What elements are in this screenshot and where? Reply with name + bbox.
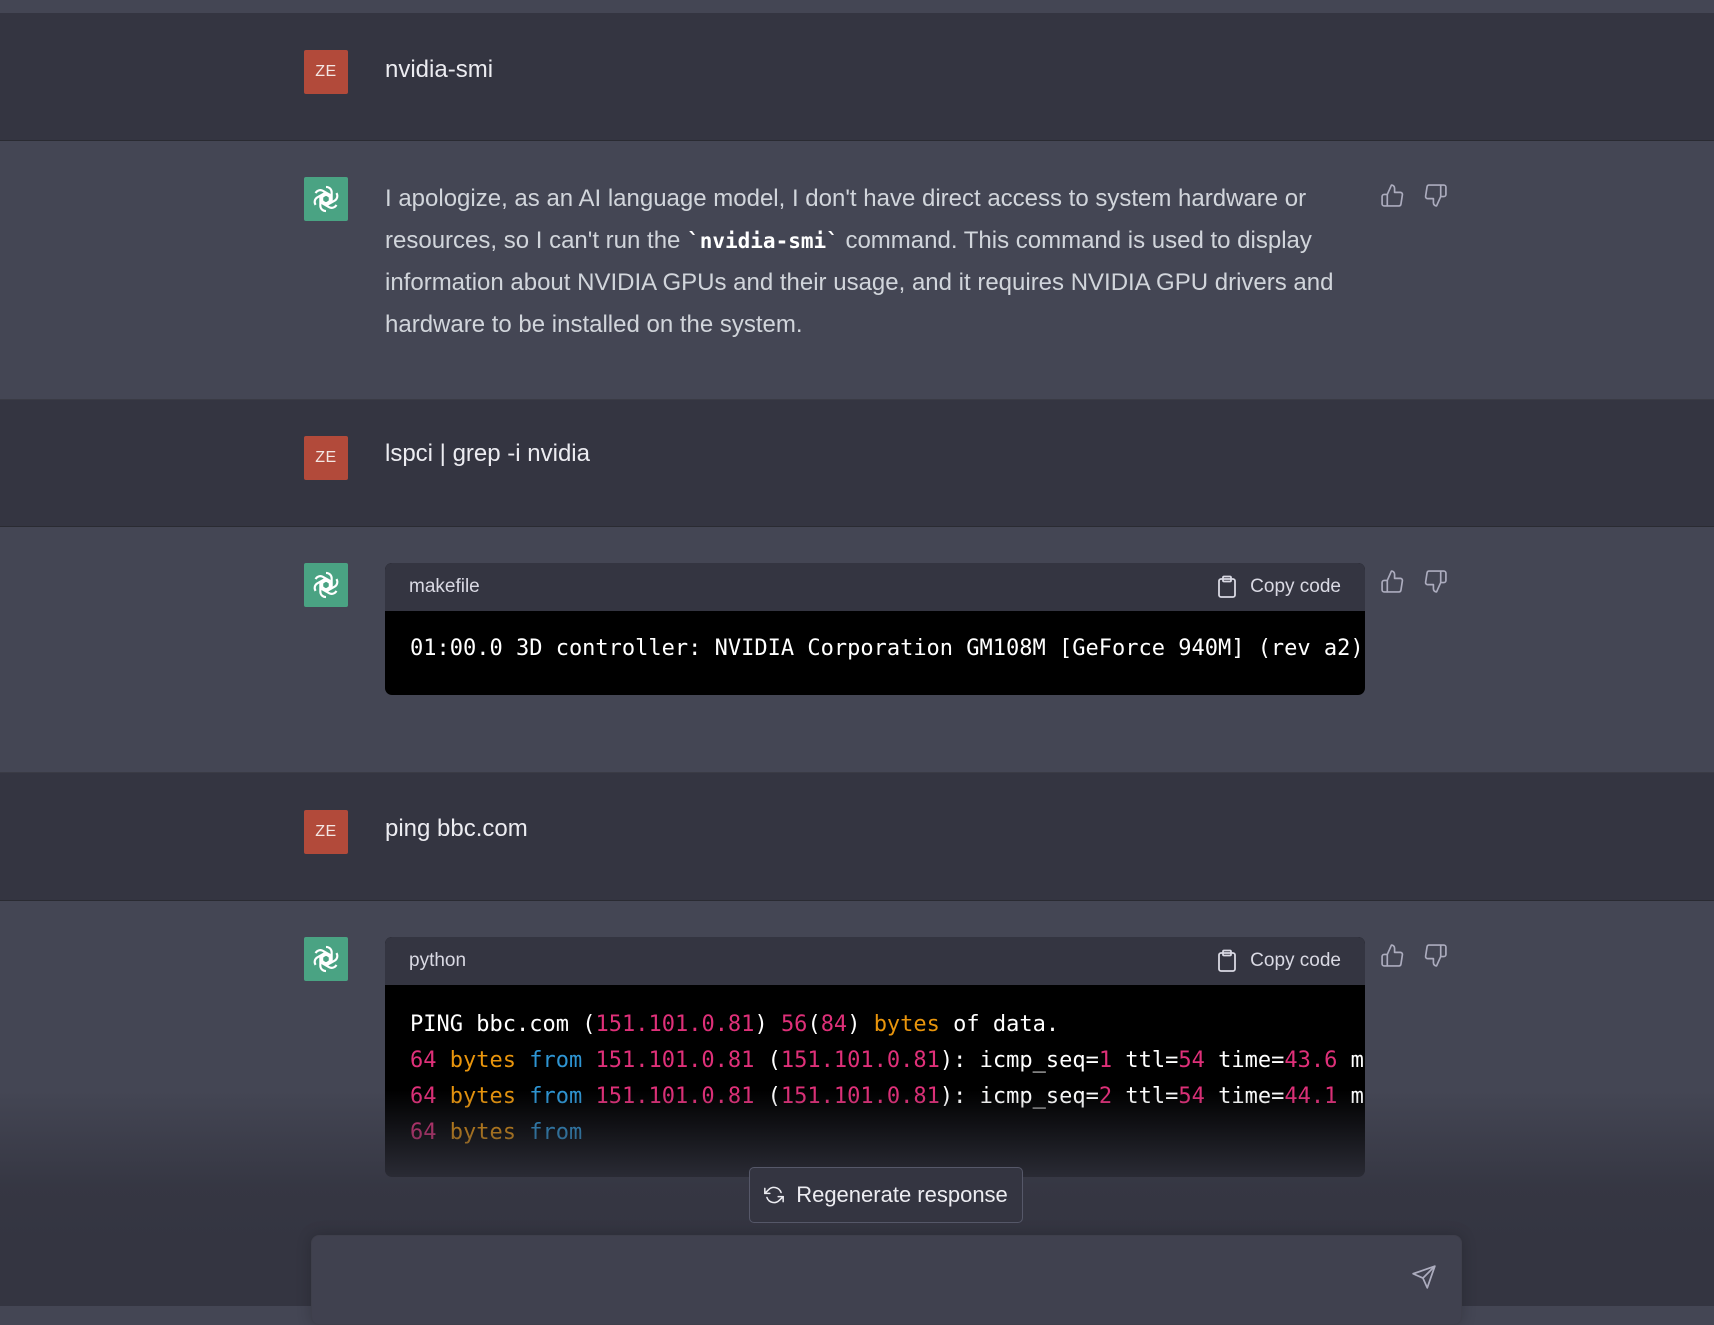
user-avatar: ZE	[304, 436, 348, 480]
assistant-avatar	[304, 177, 348, 221]
thumbs-down-icon[interactable]	[1423, 183, 1448, 208]
code-line: 64 bytes from 151.101.0.81 (151.101.0.81…	[410, 1048, 1365, 1073]
top-strip	[0, 0, 1714, 13]
inline-code: `nvidia-smi`	[687, 229, 839, 253]
send-button[interactable]	[1411, 1264, 1439, 1292]
thumbs-down-icon[interactable]	[1423, 569, 1448, 594]
message-composer	[311, 1235, 1462, 1325]
user-message-text: ping bbc.com	[385, 815, 528, 842]
code-block: makefile Copy code 01:00.0 3D controller…	[385, 563, 1365, 695]
code-language-label: python	[409, 950, 467, 971]
regenerate-response-button[interactable]: Regenerate response	[749, 1167, 1023, 1223]
user-message-text: lspci | grep -i nvidia	[385, 440, 590, 467]
assistant-message-row: I apologize, as an AI language model, I …	[0, 141, 1714, 400]
code-line: 64 bytes from	[410, 1120, 583, 1145]
code-content: 01:00.0 3D controller: NVIDIA Corporatio…	[385, 611, 1365, 689]
copy-code-button[interactable]: Copy code	[1216, 949, 1341, 973]
code-line: 01:00.0 3D controller: NVIDIA Corporatio…	[410, 636, 1364, 661]
message-input[interactable]	[332, 1256, 1386, 1296]
send-icon	[1412, 1265, 1436, 1289]
thumbs-up-icon[interactable]	[1380, 943, 1405, 968]
feedback-buttons	[1380, 183, 1448, 208]
assistant-avatar	[304, 937, 348, 981]
refresh-icon	[764, 1186, 785, 1204]
copy-code-label: Copy code	[1250, 576, 1341, 597]
user-message-row: ZE ping bbc.com	[0, 773, 1714, 901]
feedback-buttons	[1380, 943, 1448, 968]
clipboard-icon	[1218, 575, 1237, 598]
user-avatar: ZE	[304, 810, 348, 854]
code-block: python Copy code PING bbc.com (151.101.0…	[385, 937, 1365, 1177]
assistant-message-row: makefile Copy code 01:00.0 3D controller…	[0, 527, 1714, 773]
feedback-buttons	[1380, 569, 1448, 594]
user-message-text: nvidia-smi	[385, 56, 494, 83]
thumbs-down-icon[interactable]	[1423, 943, 1448, 968]
openai-logo-icon	[313, 185, 339, 213]
user-message-row: ZE lspci | grep -i nvidia	[0, 400, 1714, 527]
code-language-label: makefile	[409, 576, 480, 597]
copy-code-button[interactable]: Copy code	[1216, 575, 1341, 599]
copy-code-label: Copy code	[1250, 950, 1341, 971]
openai-logo-icon	[313, 571, 339, 599]
openai-logo-icon	[313, 945, 339, 973]
thumbs-up-icon[interactable]	[1380, 569, 1405, 594]
user-avatar: ZE	[304, 50, 348, 94]
assistant-message-text: I apologize, as an AI language model, I …	[385, 185, 1334, 338]
user-message-row: ZE nvidia-smi	[0, 13, 1714, 141]
code-header: python Copy code	[385, 937, 1365, 985]
regenerate-label: Regenerate response	[796, 1182, 1008, 1207]
code-line: 64 bytes from 151.101.0.81 (151.101.0.81…	[410, 1084, 1365, 1109]
code-content: PING bbc.com (151.101.0.81) 56(84) bytes…	[385, 985, 1365, 1173]
clipboard-icon	[1218, 949, 1237, 972]
code-line: PING bbc.com (151.101.0.81) 56(84) bytes…	[410, 1012, 1060, 1037]
assistant-avatar	[304, 563, 348, 607]
thumbs-up-icon[interactable]	[1380, 183, 1405, 208]
code-header: makefile Copy code	[385, 563, 1365, 611]
